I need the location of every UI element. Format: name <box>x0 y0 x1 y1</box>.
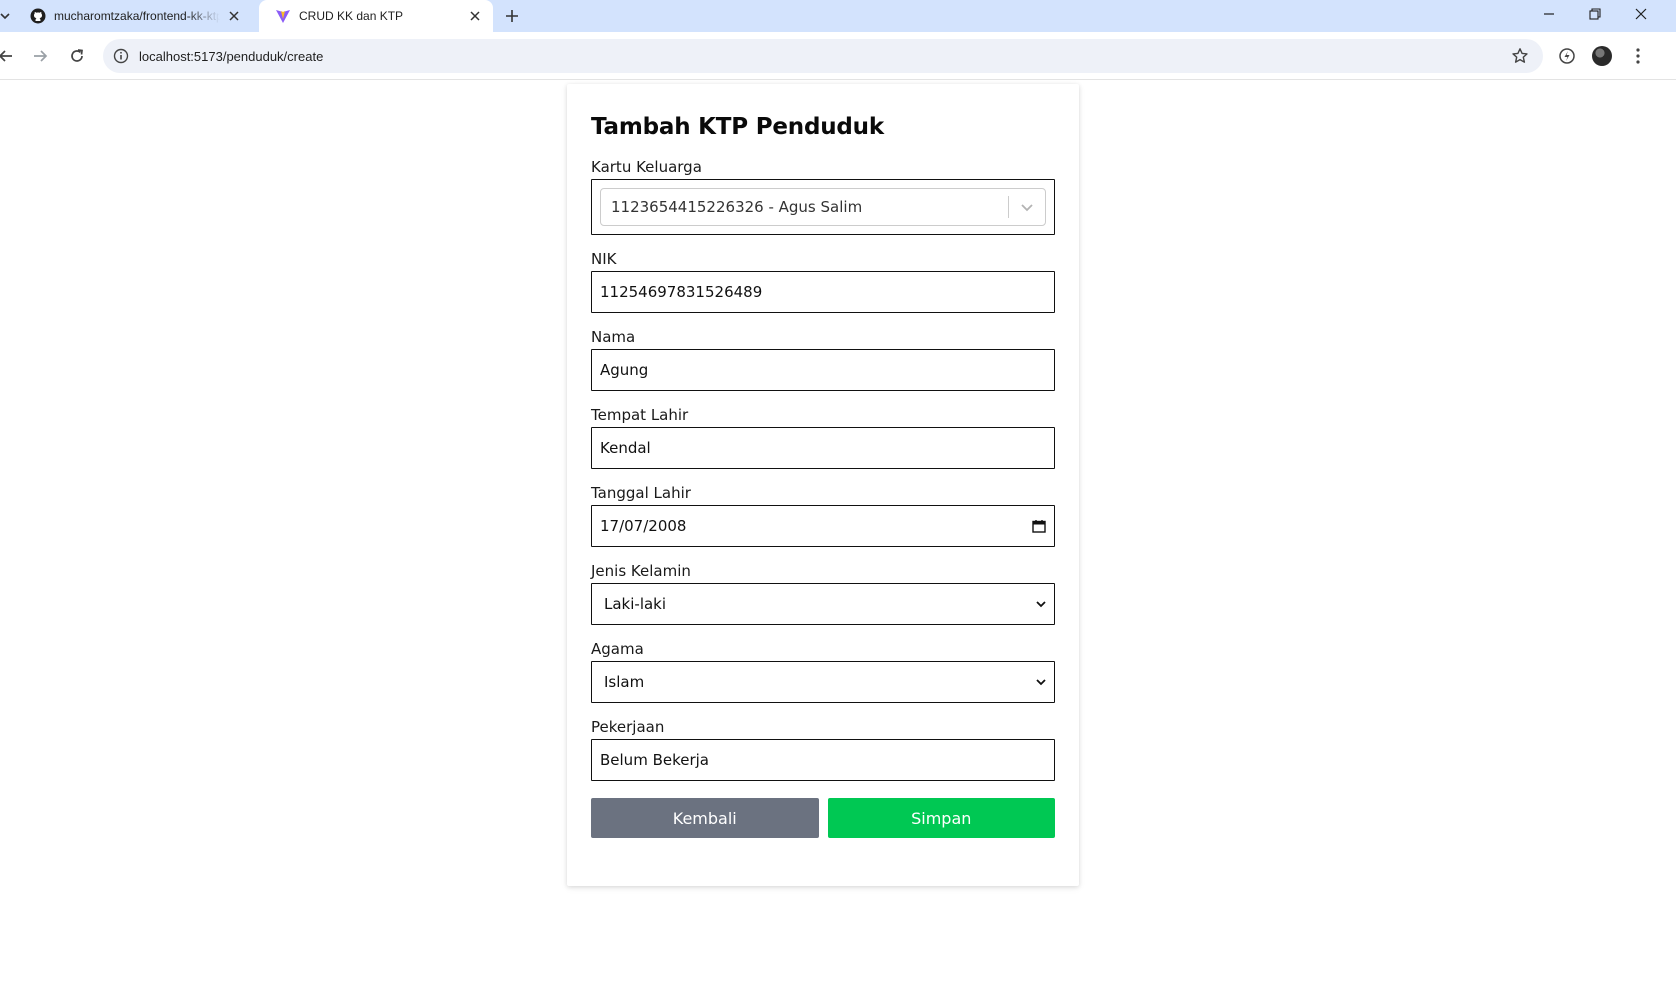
pekerjaan-field: Pekerjaan Belum Bekerja <box>591 718 1055 781</box>
kartu-keluarga-wrapper: 1123654415226326 - Agus Salim <box>591 179 1055 235</box>
address-bar[interactable]: localhost:5173/penduduk/create <box>103 39 1543 73</box>
nama-field: Nama Agung <box>591 328 1055 391</box>
pekerjaan-input[interactable]: Belum Bekerja <box>591 739 1055 781</box>
browser-toolbar: localhost:5173/penduduk/create <box>0 32 1676 80</box>
vite-icon <box>275 8 291 24</box>
close-tab-icon[interactable] <box>467 8 483 24</box>
nama-input[interactable]: Agung <box>591 349 1055 391</box>
chevron-down-icon <box>1026 600 1046 608</box>
agama-select[interactable]: Islam <box>591 661 1055 703</box>
tempat-lahir-value: Kendal <box>600 439 651 457</box>
nama-value: Agung <box>600 361 649 379</box>
tab-title: mucharomtzaka/frontend-kk-ktp <box>54 9 220 23</box>
nik-input[interactable]: 11254697831526489 <box>591 271 1055 313</box>
profile-avatar[interactable] <box>1590 44 1614 68</box>
tempat-lahir-label: Tempat Lahir <box>591 406 689 424</box>
form-card: Tambah KTP Penduduk Kartu Keluarga 11236… <box>567 84 1079 886</box>
kartu-keluarga-value: 1123654415226326 - Agus Salim <box>611 198 863 216</box>
jenis-kelamin-value: Laki-laki <box>604 595 667 613</box>
tab-search-icon[interactable] <box>0 8 10 24</box>
nama-label: Nama <box>591 328 636 346</box>
restore-icon[interactable] <box>1572 0 1618 28</box>
agama-value: Islam <box>604 673 645 691</box>
menu-kebab-icon[interactable] <box>1626 44 1650 68</box>
site-info-icon[interactable] <box>113 48 129 64</box>
kartu-keluarga-label: Kartu Keluarga <box>591 158 702 176</box>
tempat-lahir-input[interactable]: Kendal <box>591 427 1055 469</box>
chevron-down-icon[interactable] <box>1009 202 1045 212</box>
tab-crud[interactable]: CRUD KK dan KTP <box>259 0 493 32</box>
tanggal-lahir-label: Tanggal Lahir <box>591 484 691 502</box>
chevron-down-icon <box>1026 678 1046 686</box>
url-text[interactable]: localhost:5173/penduduk/create <box>139 49 1511 64</box>
tab-title: CRUD KK dan KTP <box>299 9 404 23</box>
nik-value: 11254697831526489 <box>600 283 763 301</box>
form-actions: Kembali Simpan <box>591 798 1055 838</box>
bookmark-star-icon[interactable] <box>1511 47 1529 65</box>
kembali-button[interactable]: Kembali <box>591 798 819 838</box>
close-window-icon[interactable] <box>1618 0 1664 28</box>
agama-label: Agama <box>591 640 644 658</box>
pekerjaan-value: Belum Bekerja <box>600 751 709 769</box>
extension-icon[interactable] <box>1555 44 1579 68</box>
simpan-button[interactable]: Simpan <box>827 798 1055 838</box>
back-arrow-icon[interactable] <box>0 40 22 72</box>
kartu-keluarga-field: Kartu Keluarga 1123654415226326 - Agus S… <box>591 158 1055 235</box>
tab-github[interactable]: mucharomtzaka/frontend-kk-ktp <box>14 0 252 32</box>
tab-strip: mucharomtzaka/frontend-kk-ktp CRUD KK da… <box>0 0 1676 32</box>
page-title: Tambah KTP Penduduk <box>591 114 884 140</box>
pekerjaan-label: Pekerjaan <box>591 718 665 736</box>
jenis-kelamin-select[interactable]: Laki-laki <box>591 583 1055 625</box>
github-icon <box>30 8 46 24</box>
minimize-icon[interactable] <box>1526 0 1572 28</box>
tempat-lahir-field: Tempat Lahir Kendal <box>591 406 1055 469</box>
jenis-kelamin-field: Jenis Kelamin Laki-laki <box>591 562 1055 625</box>
nik-label: NIK <box>591 250 617 268</box>
tanggal-lahir-value: 17/07/2008 <box>600 517 687 535</box>
reload-icon[interactable] <box>61 40 93 72</box>
tanggal-lahir-field: Tanggal Lahir 17/07/2008 <box>591 484 1055 547</box>
calendar-icon[interactable] <box>1026 519 1046 533</box>
agama-field: Agama Islam <box>591 640 1055 703</box>
nik-field: NIK 11254697831526489 <box>591 250 1055 313</box>
tanggal-lahir-input[interactable]: 17/07/2008 <box>591 505 1055 547</box>
kartu-keluarga-select[interactable]: 1123654415226326 - Agus Salim <box>600 188 1046 226</box>
close-tab-icon[interactable] <box>226 8 242 24</box>
forward-arrow-icon[interactable] <box>24 40 56 72</box>
jenis-kelamin-label: Jenis Kelamin <box>591 562 691 580</box>
new-tab-icon[interactable] <box>500 4 524 28</box>
